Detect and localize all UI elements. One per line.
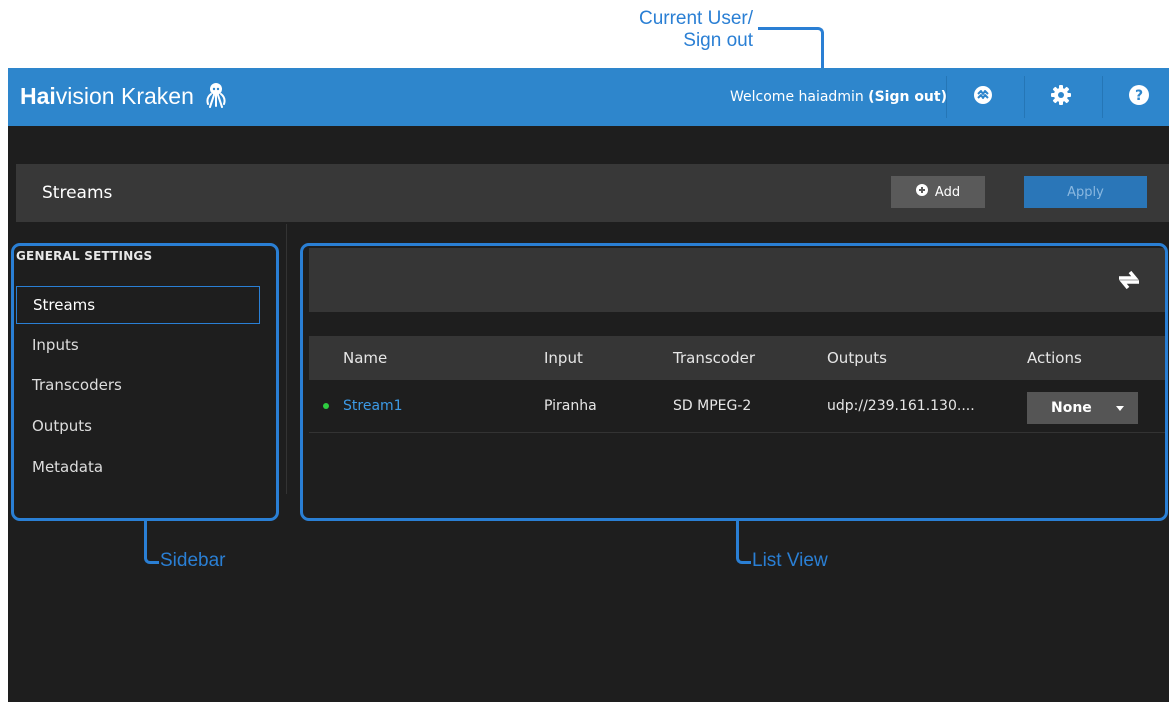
status-button[interactable] xyxy=(954,68,1012,126)
page-title: Streams xyxy=(42,183,113,203)
gear-icon xyxy=(1051,85,1071,109)
annotation-sidebar: Sidebar xyxy=(160,550,226,571)
annotation-frame-list-view xyxy=(300,243,1168,521)
annotation-list-view: List View xyxy=(752,550,828,571)
add-button[interactable]: Add xyxy=(891,176,985,208)
header-divider xyxy=(1102,76,1103,118)
annotation-current-user-line2: Sign out xyxy=(683,30,753,51)
plus-circle-icon xyxy=(915,184,928,200)
annotation-current-user-line1: Current User/ xyxy=(638,8,753,29)
svg-text:?: ? xyxy=(1135,88,1143,104)
top-header: Haivision Kraken Welcome haiadmin (Sign … xyxy=(8,68,1169,126)
welcome-text: Welcome haiadmin xyxy=(730,89,864,105)
header-divider xyxy=(946,76,947,118)
annotation-current-user: Current User/ Sign out xyxy=(593,8,753,52)
add-button-label: Add xyxy=(934,184,961,200)
brand-name: vision Kraken xyxy=(55,83,194,110)
brand-logo: Haivision Kraken xyxy=(20,82,228,114)
page-toolbar: Streams Add Apply xyxy=(16,164,1169,222)
settings-button[interactable] xyxy=(1032,68,1090,126)
annotation-frame-sidebar xyxy=(11,243,279,521)
octopus-icon xyxy=(204,82,228,114)
apply-button[interactable]: Apply xyxy=(1024,176,1147,208)
help-button[interactable]: ? xyxy=(1110,68,1168,126)
sign-out-link[interactable]: (Sign out) xyxy=(868,89,947,105)
status-icon xyxy=(973,85,993,109)
brand-bold: Hai xyxy=(20,83,56,110)
annotation-connector-list-view xyxy=(736,521,751,564)
header-divider xyxy=(1024,76,1025,118)
help-icon: ? xyxy=(1128,84,1150,110)
current-user: Welcome haiadmin (Sign out) xyxy=(730,86,947,108)
annotation-connector-sidebar xyxy=(144,521,159,564)
